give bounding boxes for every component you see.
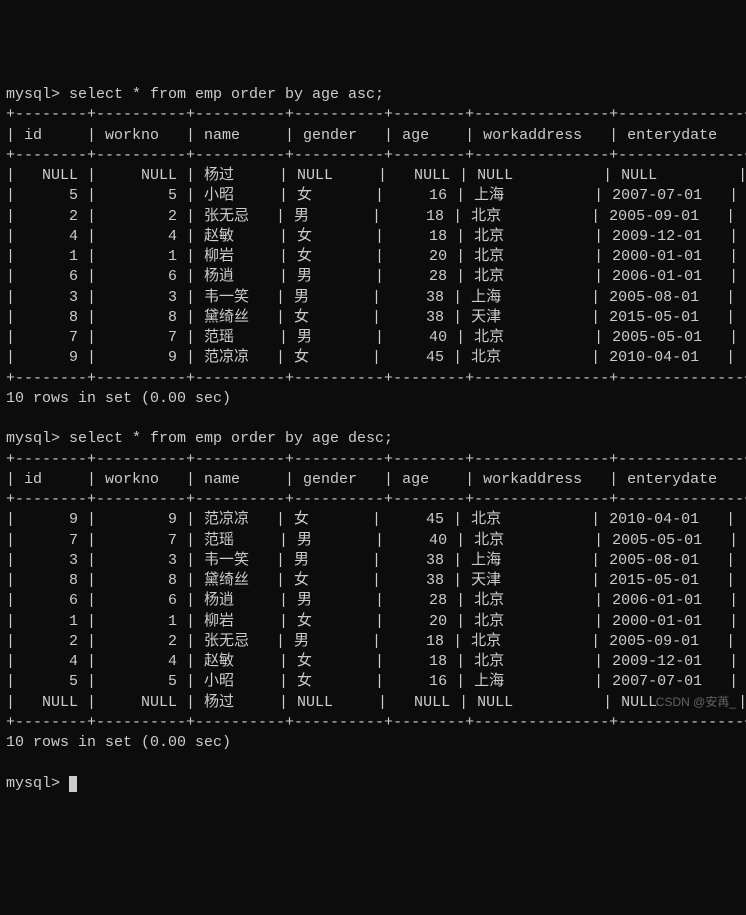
table-line: | id | workno | name | gender | age | wo… bbox=[6, 470, 740, 490]
table-line: | NULL | NULL | 杨过 | NULL | NULL | NULL … bbox=[6, 693, 740, 713]
table-line: | 7 | 7 | 范瑶 | 男 | 40 | 北京 | 2005-05-01 … bbox=[6, 328, 740, 348]
table-line: | 9 | 9 | 范凉凉 | 女 | 45 | 北京 | 2010-04-01… bbox=[6, 348, 740, 368]
watermark: CSDN @安苒_ bbox=[656, 694, 736, 710]
table-line: | 5 | 5 | 小昭 | 女 | 16 | 上海 | 2007-07-01 … bbox=[6, 672, 740, 692]
blank-line bbox=[6, 753, 740, 773]
table-line: 10 rows in set (0.00 sec) bbox=[6, 389, 740, 409]
table-line: | 7 | 7 | 范瑶 | 男 | 40 | 北京 | 2005-05-01 … bbox=[6, 531, 740, 551]
table-line: 10 rows in set (0.00 sec) bbox=[6, 733, 740, 753]
table-line: | 6 | 6 | 杨逍 | 男 | 28 | 北京 | 2006-01-01 … bbox=[6, 267, 740, 287]
table-line: +--------+----------+----------+--------… bbox=[6, 105, 740, 125]
table-line: | 5 | 5 | 小昭 | 女 | 16 | 上海 | 2007-07-01 … bbox=[6, 186, 740, 206]
cursor-icon bbox=[69, 776, 77, 792]
table-line: +--------+----------+----------+--------… bbox=[6, 490, 740, 510]
sql-query-2: mysql> select * from emp order by age de… bbox=[6, 429, 740, 449]
table-line: | 2 | 2 | 张无忌 | 男 | 18 | 北京 | 2005-09-01… bbox=[6, 207, 740, 227]
table-line: | 1 | 1 | 柳岩 | 女 | 20 | 北京 | 2000-01-01 … bbox=[6, 612, 740, 632]
table-line: | 3 | 3 | 韦一笑 | 男 | 38 | 上海 | 2005-08-01… bbox=[6, 551, 740, 571]
blank-line bbox=[6, 409, 740, 429]
table-line: | id | workno | name | gender | age | wo… bbox=[6, 126, 740, 146]
table-line: +--------+----------+----------+--------… bbox=[6, 369, 740, 389]
table-line: | NULL | NULL | 杨过 | NULL | NULL | NULL … bbox=[6, 166, 740, 186]
table-line: | 8 | 8 | 黛绮丝 | 女 | 38 | 天津 | 2015-05-01… bbox=[6, 571, 740, 591]
table-line: | 9 | 9 | 范凉凉 | 女 | 45 | 北京 | 2010-04-01… bbox=[6, 510, 740, 530]
table-line: +--------+----------+----------+--------… bbox=[6, 450, 740, 470]
mysql-prompt[interactable]: mysql> bbox=[6, 774, 740, 794]
terminal-output: mysql> select * from emp order by age as… bbox=[6, 85, 740, 794]
table-line: | 3 | 3 | 韦一笑 | 男 | 38 | 上海 | 2005-08-01… bbox=[6, 288, 740, 308]
table-line: | 2 | 2 | 张无忌 | 男 | 18 | 北京 | 2005-09-01… bbox=[6, 632, 740, 652]
table-line: +--------+----------+----------+--------… bbox=[6, 146, 740, 166]
sql-query-1: mysql> select * from emp order by age as… bbox=[6, 85, 740, 105]
table-line: | 8 | 8 | 黛绮丝 | 女 | 38 | 天津 | 2015-05-01… bbox=[6, 308, 740, 328]
table-line: | 4 | 4 | 赵敏 | 女 | 18 | 北京 | 2009-12-01 … bbox=[6, 227, 740, 247]
table-line: | 4 | 4 | 赵敏 | 女 | 18 | 北京 | 2009-12-01 … bbox=[6, 652, 740, 672]
table-line: | 6 | 6 | 杨逍 | 男 | 28 | 北京 | 2006-01-01 … bbox=[6, 591, 740, 611]
table-line: | 1 | 1 | 柳岩 | 女 | 20 | 北京 | 2000-01-01 … bbox=[6, 247, 740, 267]
